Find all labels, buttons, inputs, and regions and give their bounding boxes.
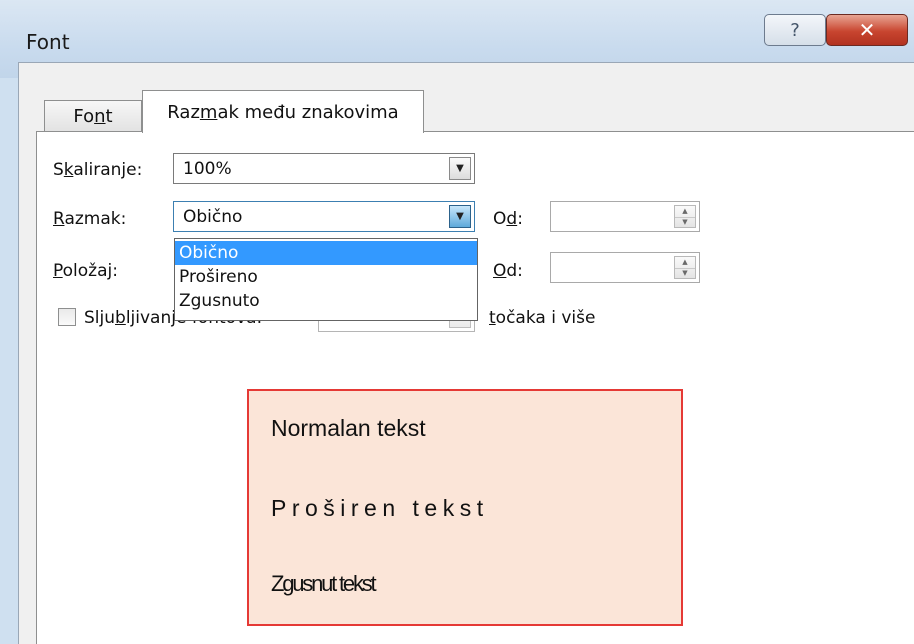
- font-dialog-window: Font ? ✕ Font Razmak među znakovima Skal…: [0, 0, 914, 644]
- expanded-text-example: Proširen tekst: [271, 495, 489, 521]
- spacing-example-callout: Normalan tekst Proširen tekst Zgusnut te…: [247, 389, 683, 626]
- spin-down-icon[interactable]: ▼: [675, 268, 695, 279]
- kerning-suffix-label: točaka i više: [489, 308, 596, 328]
- position-by-label: Od:: [493, 261, 523, 281]
- scaling-value: 100%: [183, 159, 232, 179]
- dropdown-option[interactable]: Prošireno: [175, 265, 477, 289]
- scaling-label: Skaliranje:: [53, 160, 143, 180]
- window-title: Font: [26, 30, 70, 54]
- spinner-buttons[interactable]: ▲ ▼: [674, 205, 696, 228]
- spacing-value: Obično: [183, 207, 243, 227]
- close-icon: ✕: [858, 18, 876, 42]
- dropdown-option[interactable]: Zgusnuto: [175, 289, 477, 313]
- spinner-buttons[interactable]: ▲ ▼: [674, 256, 696, 279]
- spin-down-icon[interactable]: ▼: [675, 217, 695, 228]
- help-button[interactable]: ?: [764, 14, 826, 46]
- spacing-select[interactable]: Obično ▼: [173, 201, 475, 232]
- spacing-by-spinner[interactable]: ▲ ▼: [550, 201, 700, 232]
- tab-font-label: Font: [73, 106, 113, 127]
- spacing-label: Razmak:: [53, 209, 127, 229]
- condensed-text-example: Zgusnut tekst: [271, 571, 377, 596]
- dropdown-option[interactable]: Obično: [175, 241, 477, 265]
- tab-character-spacing-label: Razmak među znakovima: [167, 101, 399, 123]
- chevron-down-icon[interactable]: ▼: [449, 157, 471, 180]
- spacing-dropdown-list: Obično Prošireno Zgusnuto: [174, 238, 478, 321]
- spacing-by-label: Od:: [493, 209, 523, 229]
- tab-character-spacing[interactable]: Razmak među znakovima: [142, 90, 424, 133]
- position-by-spinner[interactable]: ▲ ▼: [550, 252, 700, 283]
- kerning-checkbox[interactable]: [58, 308, 76, 326]
- help-icon: ?: [790, 19, 800, 41]
- chevron-down-icon[interactable]: ▼: [449, 205, 471, 228]
- position-label: Položaj:: [53, 261, 118, 281]
- close-button[interactable]: ✕: [826, 14, 908, 46]
- normal-text-example: Normalan tekst: [271, 415, 426, 441]
- tab-font[interactable]: Font: [44, 100, 142, 132]
- scaling-select[interactable]: 100% ▼: [173, 153, 475, 184]
